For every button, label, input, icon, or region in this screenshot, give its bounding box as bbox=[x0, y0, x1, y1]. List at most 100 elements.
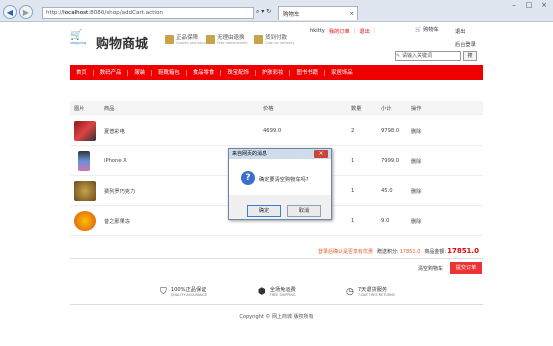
url-host: localhost bbox=[63, 10, 89, 16]
shield-icon: ⛉ bbox=[160, 286, 167, 297]
pencil-icon: ✎ bbox=[396, 53, 401, 59]
product-subtotal: 9798.0 bbox=[381, 128, 400, 134]
phone-image bbox=[78, 151, 90, 171]
cancel-button[interactable]: 取消 bbox=[287, 205, 321, 217]
badge-sub: Free replacement bbox=[217, 41, 248, 45]
footer-title: 100%正品保证 bbox=[170, 287, 207, 293]
exit-link[interactable]: 退出 bbox=[455, 28, 465, 35]
quality-icon bbox=[165, 34, 174, 44]
search-placeholder: 请输入关键词 bbox=[402, 53, 433, 59]
footer-sub: QUALITY ASSURANCE bbox=[170, 293, 208, 297]
submit-order-button[interactable]: 提交订单 bbox=[450, 262, 482, 274]
question-icon: ? bbox=[241, 171, 255, 185]
footer-sub: FREE SHIPPING bbox=[269, 293, 296, 297]
badge-sub: Cash on delivery bbox=[265, 41, 295, 45]
nav-books[interactable]: 图书书籍 bbox=[290, 69, 326, 76]
logout-link[interactable]: 退出 bbox=[359, 28, 369, 35]
site-title: 购物商城 bbox=[96, 37, 149, 52]
header-image: 图片 bbox=[74, 106, 85, 112]
product-name[interactable]: 夏普彩电 bbox=[104, 128, 125, 135]
product-name[interactable]: iPhone X bbox=[104, 158, 127, 164]
clock-icon: ◷ bbox=[346, 286, 354, 297]
header-subtotal: 小计 bbox=[381, 106, 392, 112]
dialog-message: 确定要清空购物车吗? bbox=[259, 177, 309, 183]
nav-food[interactable]: 食品零食 bbox=[187, 69, 222, 76]
ok-button[interactable]: 确定 bbox=[247, 205, 281, 217]
header-product: 商品 bbox=[104, 106, 115, 112]
dialog-close-icon[interactable]: × bbox=[314, 150, 328, 158]
footer-quality: ⛉ 100%正品保证 QUALITY ASSURANCE bbox=[160, 286, 208, 298]
cart-link[interactable]: 🛒 购物车 bbox=[415, 26, 439, 33]
product-subtotal: 45.0 bbox=[381, 188, 393, 194]
user-links: hkitty 我的订单 | 退出 | bbox=[310, 28, 376, 35]
badge-title: 正品保障 bbox=[176, 35, 199, 41]
chocolate-image bbox=[74, 181, 96, 201]
forward-icon[interactable]: ▶ bbox=[19, 5, 33, 19]
tab-cart[interactable]: 购物车 × bbox=[278, 6, 358, 20]
footer-sub: 7-DAY FREE RETURNS bbox=[357, 293, 395, 297]
badge-cod: 货到付款 Cash on delivery bbox=[254, 33, 294, 45]
cod-icon bbox=[254, 34, 263, 44]
tv-image bbox=[74, 121, 96, 141]
total-label: 商品金额: bbox=[424, 249, 447, 255]
badge-replace: 无理由退换 Free replacement bbox=[206, 33, 248, 45]
search-button[interactable]: 搜 bbox=[463, 51, 477, 61]
product-qty: 2 bbox=[351, 128, 355, 134]
promo-note: 登录后确认是否享有优惠 bbox=[318, 249, 374, 255]
badge-title: 货到付款 bbox=[265, 35, 288, 41]
badge-quality: 正品保障 Quality assurance bbox=[165, 33, 208, 45]
search-input[interactable]: 请输入关键词 bbox=[395, 51, 461, 61]
product-name[interactable]: 昔之那果冻 bbox=[104, 218, 130, 225]
confirm-dialog: 来自网页的消息 × ? 确定要清空购物车吗? 确定 取消 bbox=[228, 148, 332, 220]
delete-link[interactable]: 删除 bbox=[411, 158, 421, 165]
url-rest: :8080/shop/addCart.action bbox=[88, 10, 163, 16]
points-value: 17851.0 bbox=[399, 249, 421, 255]
browser-toolbar: ◀ ▶ http://localhost:8080/shop/addCart.a… bbox=[0, 0, 553, 22]
logo[interactable]: 🛒 shopping bbox=[70, 30, 94, 48]
table-header: 图片 商品 价格 数量 小计 操作 bbox=[70, 101, 483, 115]
delete-link[interactable]: 删除 bbox=[411, 188, 421, 195]
product-qty: 1 bbox=[351, 188, 355, 194]
clear-cart-link[interactable]: 清空购物车 bbox=[418, 265, 443, 272]
badge-title: 无理由退换 bbox=[217, 35, 245, 41]
nav-jewelry[interactable]: 珠宝配饰 bbox=[221, 69, 256, 76]
minimize-icon[interactable]: – bbox=[507, 1, 521, 10]
nav-clothing[interactable]: 服装 bbox=[128, 69, 153, 76]
maximize-icon[interactable]: □ bbox=[522, 1, 536, 10]
product-name[interactable]: 费列罗巧克力 bbox=[104, 188, 135, 195]
cart-logo-icon: 🛒 bbox=[70, 30, 83, 41]
copyright: Copyright © 网上商城 版权所有 bbox=[239, 314, 314, 320]
footer-title: 全场免运费 bbox=[269, 287, 296, 293]
delete-link[interactable]: 删除 bbox=[411, 218, 421, 225]
header-action: 操作 bbox=[411, 106, 422, 112]
product-qty: 1 bbox=[351, 158, 355, 164]
nav-home[interactable]: 首页 bbox=[70, 69, 94, 76]
divider bbox=[70, 258, 483, 259]
nav-shoes[interactable]: 鞋靴箱包 bbox=[152, 69, 187, 76]
tab-title: 购物车 bbox=[283, 11, 300, 18]
cart-label: 购物车 bbox=[423, 27, 439, 33]
table-row: 夏普彩电 4699.0 2 9798.0 删除 bbox=[70, 116, 483, 146]
window-close-icon[interactable]: × bbox=[537, 1, 551, 10]
footer-returns: ◷ 7天退货服务 7-DAY FREE RETURNS bbox=[346, 286, 395, 298]
my-orders-link[interactable]: 我的订单 bbox=[329, 28, 350, 35]
header-price: 价格 bbox=[263, 106, 274, 112]
back-icon[interactable]: ◀ bbox=[3, 5, 17, 19]
product-qty: 1 bbox=[351, 218, 355, 224]
box-icon: ⬢ bbox=[258, 286, 266, 297]
nav-home-decor[interactable]: 家居饰品 bbox=[325, 70, 359, 76]
total-value: 17851.0 bbox=[447, 247, 479, 255]
cart-icon: 🛒 bbox=[415, 27, 422, 33]
cart-summary: 登录后确认是否享有优惠 赠送积分: 17851.0 商品金额: 17851.0 bbox=[318, 247, 479, 255]
jelly-image bbox=[74, 211, 96, 231]
header-qty: 数量 bbox=[351, 106, 362, 112]
delete-link[interactable]: 删除 bbox=[411, 128, 421, 135]
username: hkitty bbox=[310, 28, 325, 34]
close-icon[interactable]: × bbox=[349, 11, 354, 17]
nav-cosmetics[interactable]: 护肤彩妆 bbox=[256, 69, 291, 76]
nav-digital[interactable]: 数码产品 bbox=[94, 69, 129, 76]
badge-sub: Quality assurance bbox=[176, 41, 208, 45]
address-bar[interactable]: http://localhost:8080/shop/addCart.actio… bbox=[42, 7, 254, 19]
search-icon[interactable]: ⌕ ▾ ↻ bbox=[256, 8, 271, 16]
admin-login-link[interactable]: 后台登录 bbox=[455, 41, 476, 48]
